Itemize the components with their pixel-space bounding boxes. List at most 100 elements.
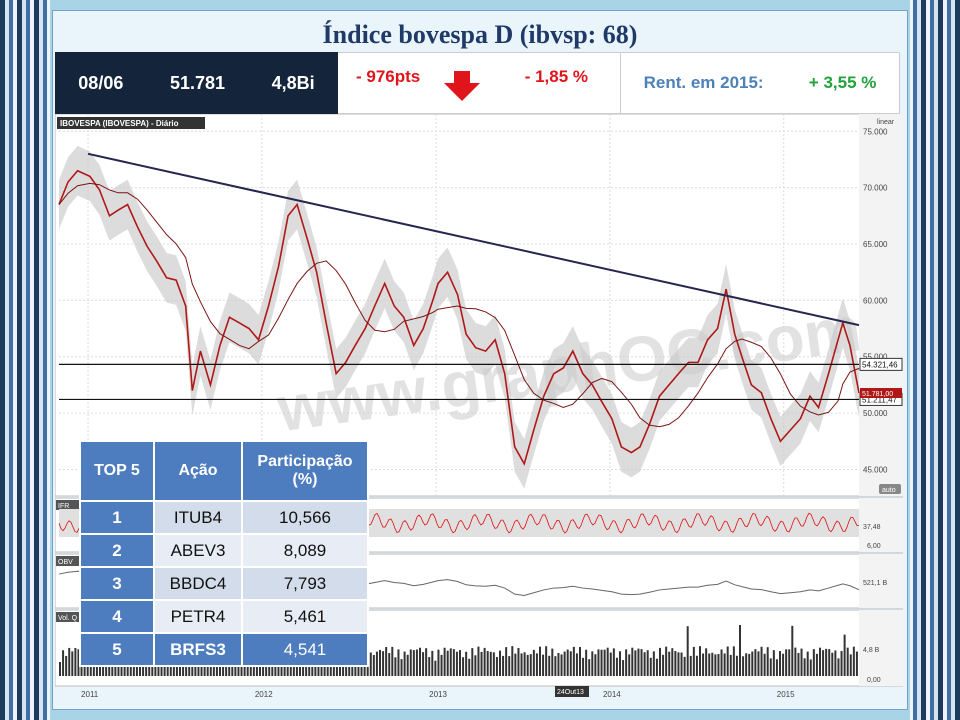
ytd-return-label: Rent. em 2015:: [643, 73, 764, 92]
volume-bar: [68, 647, 71, 676]
auto-label: auto: [882, 487, 896, 494]
volume-bar: [372, 655, 375, 676]
volume-bar: [588, 659, 591, 676]
volume-bar: [74, 648, 77, 676]
volume-bar: [59, 662, 61, 676]
row-weight: 4,541: [243, 634, 367, 665]
indicator-value-label: 521,1 B: [863, 580, 887, 587]
volume-bar: [840, 650, 843, 676]
volume-bar: [735, 655, 738, 676]
volume-bar: [809, 659, 812, 676]
right-decoration: [910, 0, 960, 720]
volume-bar: [375, 651, 378, 676]
volume-bar: [822, 650, 825, 676]
volume-bar: [843, 634, 846, 676]
last-price-label: 51.781,00: [862, 391, 893, 398]
volume-bar: [668, 651, 671, 676]
left-decoration: [0, 0, 50, 720]
volume-bar: [560, 654, 563, 676]
volume-bar: [760, 646, 763, 676]
volume-bar: [483, 647, 486, 676]
volume-bar: [462, 657, 465, 676]
y-tick-label: 65.000: [863, 240, 888, 249]
volume-bar: [748, 653, 751, 676]
volume-bar: [671, 648, 674, 676]
header-ticker: Ação: [155, 442, 241, 500]
top5-header-row: TOP 5 Ação Participação (%): [81, 442, 367, 500]
row-rank: 4: [81, 601, 153, 632]
indicator-label: OBV: [58, 559, 73, 566]
volume-bar: [754, 649, 757, 676]
volume-bar: [505, 647, 508, 676]
volume-bar: [520, 653, 523, 676]
volume-bar: [569, 651, 572, 676]
volume-bar: [775, 659, 778, 676]
volume-bar: [422, 652, 425, 676]
volume-bar: [815, 653, 818, 676]
volume-bar: [486, 651, 489, 676]
volume-bar: [526, 654, 529, 676]
volume-bar: [846, 647, 849, 676]
volume-bar: [603, 649, 606, 676]
volume-bar: [640, 649, 643, 676]
row-ticker: BBDC4: [155, 568, 241, 599]
volume-bar: [523, 652, 526, 676]
volume-bar: [468, 658, 471, 676]
row-ticker: BRFS3: [155, 634, 241, 665]
volume-bar: [465, 651, 468, 676]
volume-bar: [492, 652, 495, 676]
volume-bar: [766, 647, 769, 676]
volume-bar: [532, 649, 535, 676]
row-rank: 2: [81, 535, 153, 566]
volume-bar: [729, 654, 732, 676]
volume-bar: [782, 653, 785, 676]
volume-bar: [585, 649, 588, 676]
volume-bar: [619, 651, 621, 676]
volume-bar: [428, 657, 431, 676]
volume-bar: [554, 656, 557, 676]
volume-bar: [412, 650, 415, 676]
volume-bar: [628, 654, 631, 676]
top5-table: TOP 5 Ação Participação (%) 1 ITUB4 10,5…: [79, 440, 369, 667]
volume-bar: [772, 650, 775, 676]
volume-bar: [511, 646, 514, 676]
volume-bar: [489, 651, 492, 676]
volume-bar: [828, 649, 831, 676]
scale-label: linear: [877, 119, 895, 126]
x-tick-label: 2013: [429, 690, 447, 699]
volume-bar: [400, 659, 403, 676]
quote-volume: 4,8Bi: [271, 72, 315, 93]
volume-bar: [699, 646, 701, 676]
volume-bar: [471, 648, 474, 676]
volume-bar: [834, 650, 837, 676]
volume-bar: [726, 646, 729, 676]
change-percent: - 1,85 %: [524, 67, 588, 86]
volume-bar: [594, 654, 597, 676]
volume-bar: [680, 652, 683, 676]
table-row: 2 ABEV3 8,089: [81, 535, 367, 566]
indicator-min-label: 6,00: [867, 543, 881, 550]
row-weight: 8,089: [243, 535, 367, 566]
header-weight: Participação (%): [243, 442, 367, 500]
volume-bar: [563, 651, 566, 676]
row-ticker: ITUB4: [155, 502, 241, 533]
volume-bar: [803, 658, 806, 676]
volume-bar: [495, 656, 498, 676]
volume-bar: [545, 646, 548, 676]
volume-bar: [742, 656, 745, 676]
volume-bar: [446, 650, 449, 676]
volume-bar: [542, 654, 545, 676]
volume-bar: [409, 649, 412, 676]
volume-bar: [597, 649, 600, 676]
x-tick-label: 2014: [603, 690, 621, 699]
volume-bar: [502, 655, 505, 676]
volume-bar: [806, 651, 809, 676]
volume-bar: [659, 647, 661, 676]
volume-bar: [382, 651, 385, 676]
volume-bar: [449, 648, 452, 676]
volume-bar: [702, 653, 705, 676]
volume-bar: [391, 646, 394, 676]
arrow-down-icon: [444, 71, 480, 101]
indicator-label: Vol. Q: [58, 615, 78, 622]
table-row: 1 ITUB4 10,566: [81, 502, 367, 533]
